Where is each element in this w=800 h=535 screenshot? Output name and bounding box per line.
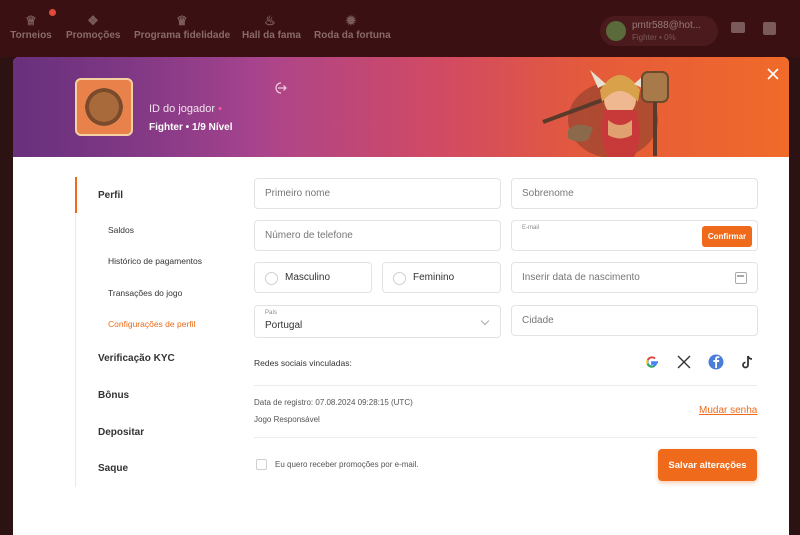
sidebar-item-bonus[interactable]: Bônus xyxy=(98,390,129,401)
mail-icon[interactable] xyxy=(731,22,745,33)
sidebar-item-game-transactions[interactable]: Transações do jogo xyxy=(108,288,182,298)
first-name-field xyxy=(254,178,501,209)
first-name-input[interactable] xyxy=(265,179,490,208)
hero-character-illustration xyxy=(542,70,669,157)
profile-banner: ID do jogador • Fighter • 1/9 Nível xyxy=(13,57,789,157)
sidebar-item-withdraw[interactable]: Saque xyxy=(98,463,128,474)
last-name-input[interactable] xyxy=(522,179,747,208)
google-icon[interactable] xyxy=(643,353,661,371)
backdrop xyxy=(789,57,800,535)
profile-sidebar: Perfil Saldos Histórico de pagamentos Tr… xyxy=(75,177,225,487)
city-field xyxy=(511,305,758,336)
promo-email-checkbox[interactable] xyxy=(256,459,267,470)
sidebar-item-deposit[interactable]: Depositar xyxy=(98,427,144,438)
status-dot: • xyxy=(218,103,222,115)
nav-hall-of-fame[interactable]: ♨ Hall da fama xyxy=(242,12,301,52)
last-name-field xyxy=(511,178,758,209)
confirm-email-button[interactable]: Confirmar xyxy=(702,226,752,247)
banner-decoration xyxy=(13,57,273,157)
player-level: Fighter • 1/9 Nível xyxy=(149,122,233,133)
country-value: Portugal xyxy=(265,320,303,331)
country-select[interactable]: País Portugal xyxy=(254,305,501,338)
sidebar-item-payment-history[interactable]: Histórico de pagamentos xyxy=(108,256,202,266)
sidebar-item-profile-settings[interactable]: Configurações de perfil xyxy=(108,319,195,329)
facebook-icon[interactable] xyxy=(707,353,725,371)
x-icon[interactable] xyxy=(675,353,693,371)
tiktok-icon[interactable] xyxy=(738,353,756,371)
backdrop xyxy=(0,57,13,535)
wheel-icon: ✹ xyxy=(345,13,357,28)
nav-tournaments[interactable]: ♕ Torneios xyxy=(10,9,56,52)
flame-icon: ♨ xyxy=(264,13,276,28)
calendar-icon[interactable] xyxy=(735,272,747,284)
registration-date: Data de registro: 07.08.2024 09:28:15 (U… xyxy=(254,398,413,407)
user-menu[interactable]: pmtr588@hot... Fighter • 0% xyxy=(600,16,718,46)
active-indicator xyxy=(75,177,77,213)
divider xyxy=(254,385,757,386)
chevron-down-icon xyxy=(480,316,490,326)
birthdate-input[interactable] xyxy=(522,263,747,292)
phone-input[interactable] xyxy=(265,221,490,250)
linked-socials-label: Redes sociais vinculadas: xyxy=(254,358,352,368)
phone-field xyxy=(254,220,501,251)
responsible-gaming-link[interactable]: Jogo Responsável xyxy=(254,415,320,424)
sidebar-item-profile[interactable]: Perfil xyxy=(98,190,123,201)
gift-icon: ❖ xyxy=(87,13,99,28)
birthdate-field xyxy=(511,262,758,293)
nav-loyalty[interactable]: ♛ Programa fidelidade xyxy=(134,12,230,52)
nav-promotions[interactable]: ❖ Promoções xyxy=(66,12,120,52)
promo-email-label: Eu quero receber promoções por e-mail. xyxy=(275,460,419,469)
gender-male-option[interactable]: Masculino xyxy=(254,262,372,293)
profile-modal: ID do jogador • Fighter • 1/9 Nível Perf… xyxy=(13,57,789,535)
male-radio[interactable] xyxy=(265,272,278,285)
female-label: Feminino xyxy=(413,272,455,283)
nav-fortune-wheel[interactable]: ✹ Roda da fortuna xyxy=(314,12,391,52)
top-navigation: ♕ Torneios ❖ Promoções ♛ Programa fideli… xyxy=(0,0,800,57)
female-radio[interactable] xyxy=(393,272,406,285)
male-label: Masculino xyxy=(285,272,331,283)
email-field[interactable]: E-mail Confirmar xyxy=(511,220,758,251)
avatar xyxy=(606,21,626,41)
email-label: E-mail xyxy=(522,225,540,231)
player-avatar[interactable] xyxy=(75,78,133,136)
city-input[interactable] xyxy=(522,306,747,335)
crown-icon: ♛ xyxy=(176,13,188,28)
divider xyxy=(254,437,757,438)
trophy-icon: ♕ xyxy=(25,13,37,28)
notification-badge xyxy=(49,9,56,16)
player-id: ID do jogador • xyxy=(149,103,222,115)
bag-icon[interactable] xyxy=(763,22,776,35)
sidebar-item-kyc[interactable]: Verificação KYC xyxy=(98,353,175,364)
close-icon[interactable] xyxy=(762,63,784,85)
gender-female-option[interactable]: Feminino xyxy=(382,262,501,293)
logout-icon[interactable] xyxy=(273,81,287,95)
change-password-link[interactable]: Mudar senha xyxy=(699,405,757,416)
country-label: País xyxy=(265,310,278,316)
sidebar-item-balances[interactable]: Saldos xyxy=(108,225,134,235)
shield-icon xyxy=(85,88,123,126)
save-changes-button[interactable]: Salvar alterações xyxy=(658,449,757,481)
